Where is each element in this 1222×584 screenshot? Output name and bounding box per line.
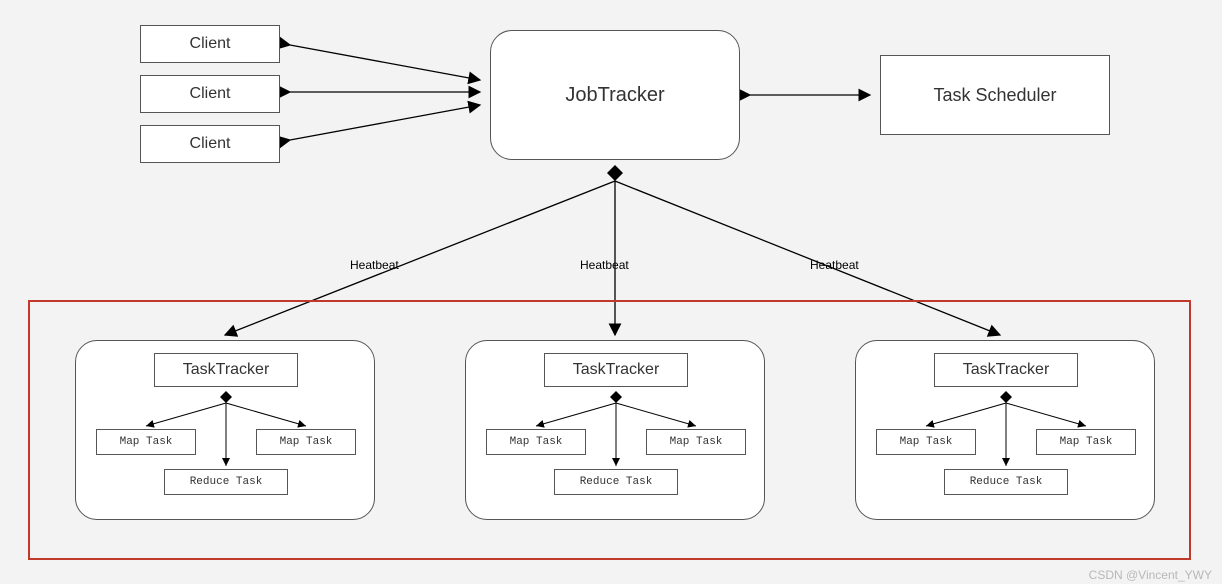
map-task-box: Map Task — [646, 429, 746, 455]
heartbeat-label-3: Heatbeat — [810, 258, 859, 272]
reduce-task-label: Reduce Task — [580, 476, 653, 488]
map-task-label: Map Task — [670, 436, 723, 448]
map-task-box: Map Task — [486, 429, 586, 455]
tasktracker-box: TaskTracker — [154, 353, 298, 387]
map-task-box: Map Task — [876, 429, 976, 455]
watermark: CSDN @Vincent_YWY — [1089, 568, 1212, 582]
tasktracker-box: TaskTracker — [934, 353, 1078, 387]
jobtracker-box: JobTracker — [490, 30, 740, 160]
client-label: Client — [190, 135, 231, 153]
reduce-task-box: Reduce Task — [164, 469, 288, 495]
reduce-task-label: Reduce Task — [190, 476, 263, 488]
client-box-3: Client — [140, 125, 280, 163]
heartbeat-label-1: Heatbeat — [350, 258, 399, 272]
map-task-label: Map Task — [1060, 436, 1113, 448]
task-scheduler-box: Task Scheduler — [880, 55, 1110, 135]
heartbeat-label-2: Heatbeat — [580, 258, 629, 272]
map-task-box: Map Task — [96, 429, 196, 455]
map-task-box: Map Task — [256, 429, 356, 455]
client-box-1: Client — [140, 25, 280, 63]
map-task-label: Map Task — [510, 436, 563, 448]
tasktracker-group-2: TaskTracker Map Task Map Task Reduce Tas… — [465, 340, 765, 520]
jobtracker-label: JobTracker — [565, 84, 664, 107]
tasktracker-box: TaskTracker — [544, 353, 688, 387]
client-label: Client — [190, 35, 231, 53]
tasktracker-group-1: TaskTracker Map Task Map Task Reduce Tas… — [75, 340, 375, 520]
tasktracker-label: TaskTracker — [183, 361, 270, 379]
reduce-task-label: Reduce Task — [970, 476, 1043, 488]
tasktracker-label: TaskTracker — [963, 361, 1050, 379]
reduce-task-box: Reduce Task — [554, 469, 678, 495]
tasktracker-label: TaskTracker — [573, 361, 660, 379]
client-label: Client — [190, 85, 231, 103]
reduce-task-box: Reduce Task — [944, 469, 1068, 495]
map-task-label: Map Task — [900, 436, 953, 448]
map-task-box: Map Task — [1036, 429, 1136, 455]
tasktracker-group-3: TaskTracker Map Task Map Task Reduce Tas… — [855, 340, 1155, 520]
map-task-label: Map Task — [280, 436, 333, 448]
diagram-canvas: Client Client Client JobTracker Task Sch… — [0, 0, 1222, 584]
scheduler-label: Task Scheduler — [933, 85, 1056, 106]
client-box-2: Client — [140, 75, 280, 113]
map-task-label: Map Task — [120, 436, 173, 448]
